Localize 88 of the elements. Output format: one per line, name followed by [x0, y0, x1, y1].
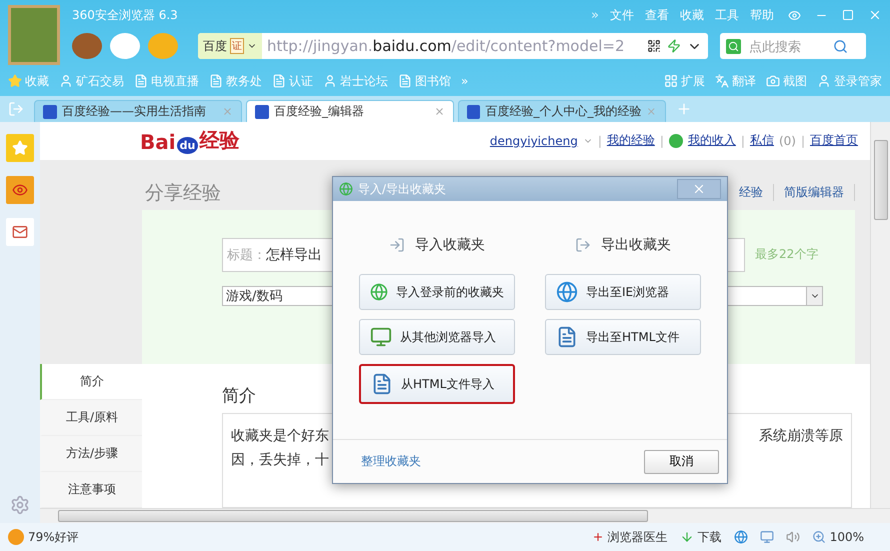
export-button[interactable]: 导出至IE浏览器 — [545, 274, 701, 310]
import-icon — [389, 237, 405, 253]
close-button[interactable] — [677, 179, 721, 199]
logo[interactable]: Bai du 经验 — [140, 127, 240, 154]
volume-icon[interactable] — [786, 530, 800, 544]
user-icon — [323, 74, 337, 88]
zoom-icon — [812, 530, 826, 544]
sidebar-toggle-icon[interactable] — [8, 101, 24, 117]
export-button[interactable]: 导出至HTML文件 — [545, 319, 701, 355]
page-icon — [134, 74, 148, 88]
import-button[interactable]: 从其他浏览器导入 — [359, 319, 515, 355]
import-heading: 导入收藏夹 — [415, 236, 485, 254]
eye-icon[interactable] — [6, 176, 34, 204]
grid-icon — [664, 74, 678, 88]
star-icon — [8, 74, 22, 88]
homepage-link[interactable]: 百度首页 — [810, 132, 858, 150]
nav-link[interactable]: 简版编辑器 — [774, 184, 855, 202]
section-tab[interactable]: 简介 — [40, 364, 142, 400]
user-icon — [59, 74, 73, 88]
separator: | — [740, 134, 745, 148]
export-heading: 导出收藏夹 — [601, 236, 671, 254]
message-count: (0) — [778, 134, 796, 148]
title-hint: 最多22个字 — [755, 246, 818, 264]
skin-icon[interactable] — [788, 8, 801, 22]
page-icon — [209, 74, 223, 88]
window-title: 360安全浏览器 6.3 — [72, 6, 178, 24]
close-icon[interactable] — [222, 106, 233, 117]
search-field[interactable]: 点此搜索 — [720, 33, 866, 59]
download-button[interactable]: 下载 — [680, 528, 722, 546]
search-icon[interactable] — [833, 38, 848, 54]
browser-tab[interactable]: 百度经验_编辑器 — [246, 100, 454, 122]
page-icon — [272, 74, 286, 88]
zoom-button[interactable]: 100% — [812, 530, 864, 544]
page-heading: 分享经验 — [145, 180, 221, 206]
favorites-icon[interactable] — [6, 134, 34, 162]
user-icon — [817, 74, 831, 88]
ie-icon — [556, 281, 578, 303]
window-icon[interactable] — [760, 530, 774, 544]
separator: | — [660, 134, 664, 148]
close-icon — [692, 182, 706, 196]
manage-favorites-link[interactable]: 整理收藏夹 — [361, 453, 421, 470]
certificate-badge: 证 — [230, 38, 244, 54]
close-icon[interactable] — [646, 106, 657, 117]
page-icon — [398, 74, 412, 88]
nav-link[interactable]: 经验 — [729, 184, 774, 202]
url-text: http://jingyan.baidu.com/edit/content?model=2 — [266, 37, 626, 55]
search-input[interactable]: 点此搜索 — [747, 38, 827, 54]
photo-placeholder — [8, 5, 60, 65]
search-engine-icon[interactable] — [726, 38, 741, 54]
import-button[interactable]: 从HTML文件导入 — [359, 364, 515, 404]
separator: | — [598, 134, 602, 148]
translate-icon — [715, 74, 729, 88]
separator: | — [800, 134, 805, 148]
download-icon — [680, 530, 694, 544]
maximize-icon[interactable] — [842, 9, 854, 21]
horizontal-scrollbar[interactable] — [40, 508, 890, 523]
new-tab-icon[interactable] — [676, 101, 692, 117]
window-icon — [370, 326, 392, 348]
site-badge[interactable]: 百度 证 — [198, 33, 262, 59]
mail-icon[interactable] — [6, 218, 34, 246]
import-button[interactable]: 导入登录前的收藏夹 — [359, 274, 515, 310]
messages-link[interactable]: 私信 — [750, 132, 774, 150]
plus-icon — [592, 531, 604, 543]
username-link[interactable]: dengyiyicheng — [490, 134, 578, 148]
my-experience-link[interactable]: 我的经验 — [606, 132, 655, 150]
browser-doctor-button[interactable]: 浏览器医生 — [592, 528, 668, 546]
browser-logo-icon — [339, 182, 353, 196]
html-file-icon — [371, 373, 393, 395]
export-icon — [575, 237, 591, 253]
income-link[interactable]: 我的收入 — [688, 132, 736, 150]
html-file-icon — [556, 326, 578, 348]
close-icon[interactable] — [434, 106, 445, 117]
dialog-title: 导入/导出收藏夹 — [358, 180, 446, 198]
vertical-scrollbar[interactable] — [870, 122, 890, 508]
cancel-button[interactable]: 取消 — [644, 450, 719, 474]
section-heading: 简介 — [222, 385, 256, 407]
globe-icon — [370, 281, 388, 303]
site-name: 百度 — [203, 38, 227, 54]
browser-tab[interactable]: 百度经验_个人中心_我的经验 — [458, 100, 666, 122]
qr-code-icon[interactable] — [647, 39, 661, 53]
browser-tab[interactable]: 百度经验——实用生活指南 — [34, 100, 242, 122]
camera-icon — [766, 74, 780, 88]
globe-icon[interactable] — [734, 530, 748, 544]
rating[interactable]: 79%好评 — [8, 528, 79, 546]
settings-icon[interactable] — [10, 495, 30, 515]
close-icon[interactable] — [868, 8, 882, 22]
address-bar[interactable]: 百度 证 http://jingyan.baidu.com/edit/content?model=2 — [198, 33, 708, 59]
lightning-icon[interactable] — [667, 39, 681, 53]
